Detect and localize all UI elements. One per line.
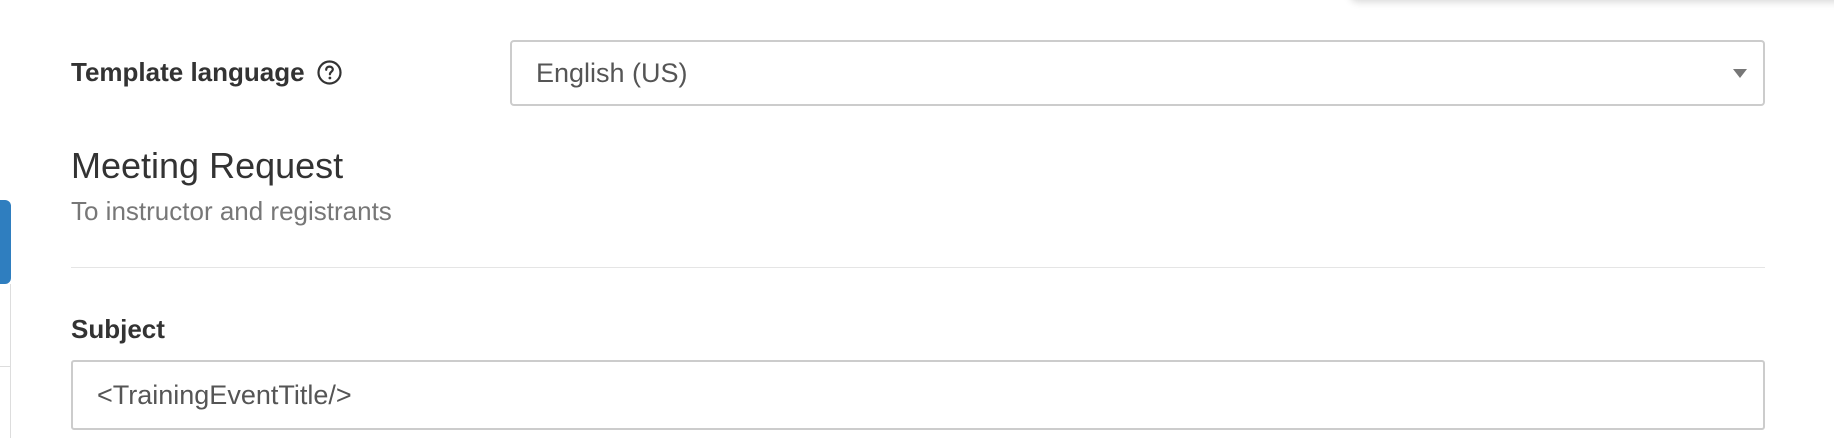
template-language-row: Template language English (US) [71,40,1765,108]
side-panel-divider [0,366,11,367]
template-language-label: Template language [71,57,305,87]
side-panel-tab[interactable] [0,200,11,284]
question-circle-icon[interactable] [316,60,342,85]
section-subtitle: To instructor and registrants [71,196,392,226]
template-language-label-group: Template language [71,57,342,88]
chevron-down-icon [1733,69,1747,78]
template-language-select[interactable]: English (US) [510,40,1765,106]
section-divider [71,267,1765,268]
section-title: Meeting Request [71,145,344,186]
side-panel-border [10,284,11,438]
subject-label: Subject [71,314,165,344]
template-language-selected-value: English (US) [536,58,688,88]
email-template-editor: Template language English (US) Meeting R… [0,0,1834,438]
subject-input[interactable] [71,360,1765,430]
